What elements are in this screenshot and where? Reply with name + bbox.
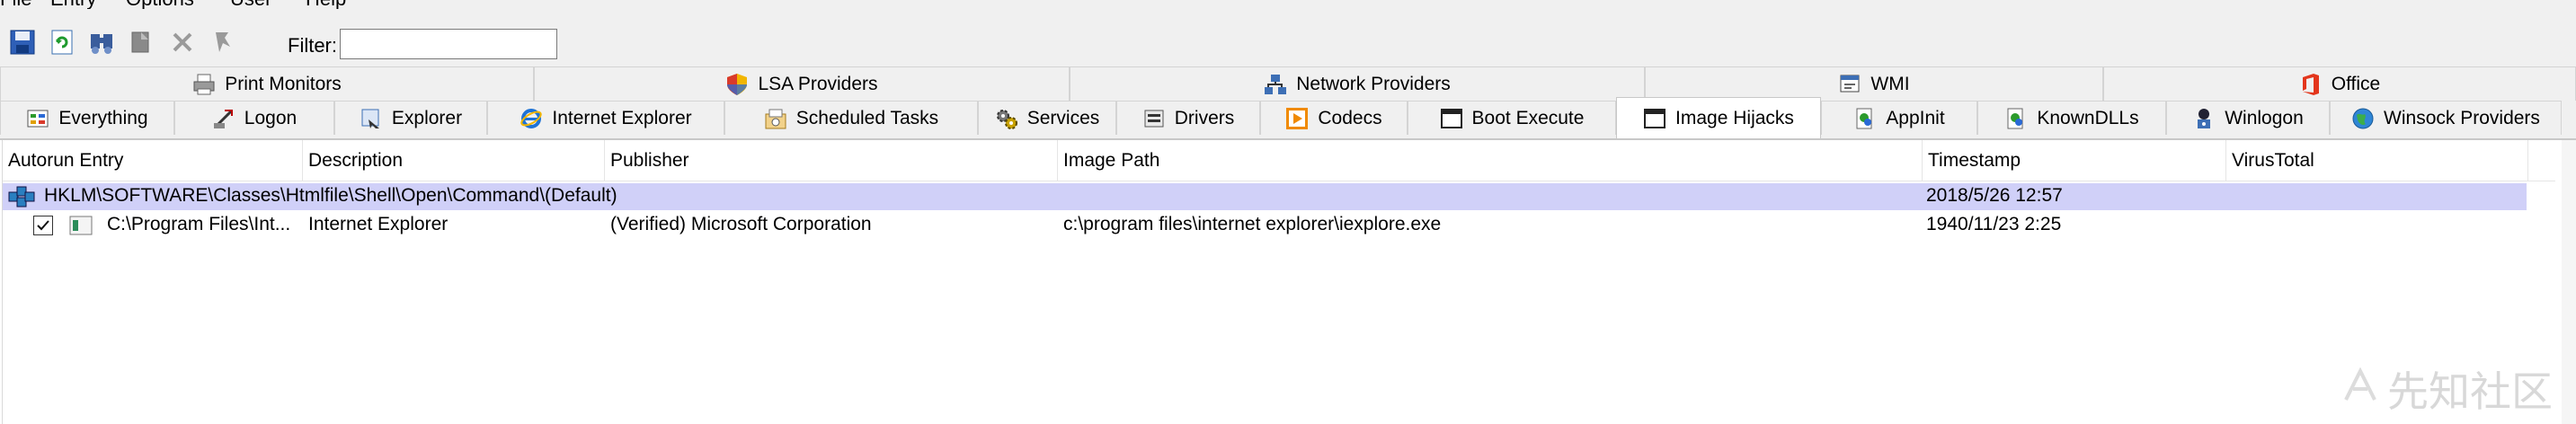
- tab-logon[interactable]: Logon: [174, 101, 334, 135]
- tab-explorer[interactable]: Explorer: [334, 101, 487, 135]
- tab-lsa-providers[interactable]: LSA Providers: [534, 66, 1070, 101]
- tab-drivers[interactable]: Drivers: [1116, 101, 1260, 135]
- tab-label: Image Hijacks: [1675, 107, 1794, 128]
- registry-key-icon: [8, 185, 35, 208]
- tab-label: Drivers: [1174, 107, 1235, 128]
- tab-label: AppInit: [1886, 107, 1945, 128]
- filter-label: Filter:: [288, 34, 337, 57]
- tab-winlogon[interactable]: Winlogon: [2166, 101, 2330, 135]
- watermark: 先知社区: [2342, 359, 2553, 419]
- app-icon: [69, 216, 93, 235]
- tab-everything[interactable]: Everything: [0, 101, 174, 135]
- delete-icon[interactable]: [167, 27, 198, 57]
- tab-boot-execute[interactable]: Boot Execute: [1408, 101, 1616, 135]
- tab-label: Codecs: [1318, 107, 1382, 128]
- column-image-path[interactable]: Image Path: [1058, 140, 1923, 181]
- globe-icon: [2351, 107, 2375, 130]
- tab-label: Print Monitors: [225, 73, 342, 94]
- tab-scheduled-tasks[interactable]: Scheduled Tasks: [724, 101, 978, 135]
- column-description[interactable]: Description: [303, 140, 605, 181]
- table-row[interactable]: C:\Program Files\Int... Internet Explore…: [3, 212, 2527, 239]
- tab-label: Logon: [244, 107, 298, 128]
- tab-label: Network Providers: [1296, 73, 1451, 94]
- tab-print-monitors[interactable]: Print Monitors: [0, 66, 534, 101]
- logon-icon: [212, 107, 235, 130]
- window-icon: [1643, 107, 1666, 130]
- gears-icon: [995, 107, 1018, 130]
- tab-wmi[interactable]: WMI: [1645, 66, 2103, 101]
- cell-publisher: (Verified) Microsoft Corporation: [610, 214, 872, 234]
- tab-label: Winsock Providers: [2384, 107, 2540, 128]
- tab-label: Services: [1026, 107, 1100, 128]
- column-timestamp[interactable]: Timestamp: [1923, 140, 2226, 181]
- ie-icon: [520, 107, 543, 130]
- task-icon: [764, 107, 787, 130]
- explorer-icon: [360, 107, 383, 130]
- driver-icon: [1142, 107, 1166, 130]
- tab-label: Scheduled Tasks: [795, 107, 939, 128]
- cell-image-path: c:\program files\internet explorer\iexpl…: [1063, 214, 1442, 234]
- cell-timestamp: 1940/11/23 2:25: [1926, 214, 2062, 234]
- column-header: Autorun Entry Description Publisher Imag…: [3, 140, 2555, 181]
- autorun-grid: Autorun Entry Description Publisher Imag…: [2, 140, 2562, 424]
- cell-autorun-entry: C:\Program Files\Int...: [107, 214, 291, 234]
- tab-codecs[interactable]: Codecs: [1260, 101, 1408, 135]
- tab-label: Office: [2331, 73, 2381, 94]
- tab-label: LSA Providers: [758, 73, 878, 94]
- registry-key-timestamp: 2018/5/26 12:57: [1926, 185, 2063, 206]
- menu-bar: File Entry Options User Help: [0, 0, 2576, 10]
- cell-description: Internet Explorer: [308, 214, 449, 234]
- watermark-logo-icon: [2342, 365, 2378, 413]
- refresh-icon[interactable]: [47, 27, 77, 57]
- copy-icon[interactable]: [126, 27, 156, 57]
- tab-appinit[interactable]: AppInit: [1821, 101, 1977, 135]
- everything-icon: [26, 107, 49, 130]
- tab-network-providers[interactable]: Network Providers: [1070, 66, 1645, 101]
- registry-key-row[interactable]: HKLM\SOFTWARE\Classes\Htmlfile\Shell\Ope…: [3, 183, 2527, 210]
- tab-label: Winlogon: [2225, 107, 2304, 128]
- registry-key-path: HKLM\SOFTWARE\Classes\Htmlfile\Shell\Ope…: [44, 185, 617, 206]
- tab-label: Everything: [58, 107, 148, 128]
- tab-label: KnownDLLs: [2037, 107, 2139, 128]
- tab-services[interactable]: Services: [978, 101, 1116, 135]
- entry-checkbox[interactable]: [33, 216, 53, 235]
- tab-office[interactable]: Office: [2103, 66, 2576, 101]
- tab-winsock-providers[interactable]: Winsock Providers: [2330, 101, 2562, 135]
- save-icon[interactable]: [7, 27, 38, 57]
- window-icon: [1440, 107, 1463, 130]
- shield-icon: [725, 73, 749, 96]
- jump-icon[interactable]: [207, 27, 237, 57]
- printer-icon: [192, 73, 216, 96]
- watermark-text: 先知社区: [2387, 368, 2553, 415]
- filter-input[interactable]: [340, 29, 557, 59]
- office-icon: [2299, 73, 2323, 96]
- column-publisher[interactable]: Publisher: [605, 140, 1058, 181]
- appinit-icon: [1853, 107, 1877, 130]
- find-icon[interactable]: [86, 27, 117, 57]
- tab-label: Explorer: [391, 107, 463, 128]
- tab-label: Boot Execute: [1471, 107, 1585, 128]
- tab-label: Internet Explorer: [552, 107, 692, 128]
- winlogon-icon: [2192, 107, 2216, 130]
- dll-icon: [2004, 107, 2028, 130]
- network-icon: [1264, 73, 1287, 96]
- tab-label: WMI: [1870, 73, 1910, 94]
- tab-internet-explorer[interactable]: Internet Explorer: [487, 101, 724, 135]
- tab-knowndlls[interactable]: KnownDLLs: [1977, 101, 2166, 135]
- column-virustotal[interactable]: VirusTotal: [2226, 140, 2528, 181]
- wmi-icon: [1838, 73, 1861, 96]
- tab-strip: Print Monitors LSA Providers Network Pro…: [0, 66, 2576, 140]
- toolbar: Filter:: [0, 9, 2576, 66]
- vertical-scrollbar[interactable]: [2562, 140, 2576, 424]
- column-autorun-entry[interactable]: Autorun Entry: [3, 140, 303, 181]
- codec-icon: [1285, 107, 1309, 130]
- tab-image-hijacks[interactable]: Image Hijacks: [1616, 97, 1821, 138]
